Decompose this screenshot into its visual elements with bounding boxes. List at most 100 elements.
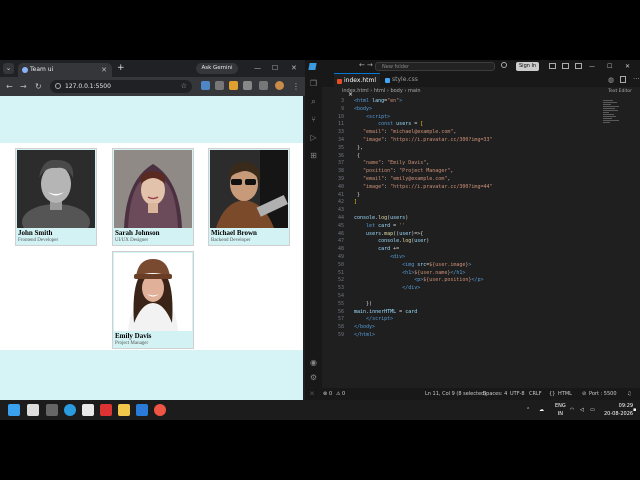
back-icon[interactable]: ← — [6, 82, 13, 91]
bell-icon[interactable]: ♫ — [627, 388, 631, 400]
breadcrumb-item[interactable]: html — [374, 88, 385, 94]
code-line[interactable]: "image": "https://i.pravatar.cc/300?img=… — [354, 137, 492, 145]
sign-in-button[interactable]: Sign In — [516, 62, 540, 71]
tab-style-css[interactable]: style.css — [382, 73, 424, 87]
volume-icon[interactable]: ◁ — [580, 406, 584, 414]
nav-back-icon[interactable]: ← — [359, 61, 365, 69]
battery-icon[interactable]: ▭ — [590, 406, 595, 414]
code-line[interactable]: }) — [354, 301, 372, 309]
more-actions-icon[interactable]: ··· — [633, 75, 640, 83]
forward-icon[interactable]: → — [20, 82, 27, 91]
close-button[interactable]: ✕ — [625, 63, 630, 70]
gear-icon[interactable]: ⚙ — [309, 373, 318, 382]
split-editor-icon[interactable] — [620, 76, 626, 83]
tab-close-icon[interactable]: ✕ — [101, 63, 107, 77]
errors-icon[interactable]: ⊗ — [323, 388, 327, 400]
remote-icon[interactable]: ⤫ — [310, 388, 314, 400]
cursor-position[interactable]: Ln 11, Col 9 (8 selected) — [425, 388, 486, 400]
extension-icon[interactable] — [229, 81, 238, 90]
warning-icon[interactable]: ⚠ — [336, 388, 340, 400]
globe-icon[interactable]: ◍ — [608, 76, 614, 84]
minimize-button[interactable]: — — [589, 63, 595, 70]
extension-icon[interactable] — [215, 81, 224, 90]
error-count[interactable]: 0 — [329, 388, 332, 400]
app-l-icon[interactable] — [100, 404, 112, 416]
code-line[interactable]: "email": "michael@example.com", — [354, 129, 456, 137]
extensions-icon[interactable]: ⊞ — [309, 151, 318, 160]
copilot-icon[interactable] — [501, 62, 507, 68]
encoding[interactable]: UTF-8 — [510, 388, 525, 400]
ask-gemini-button[interactable]: Ask Gemini — [196, 63, 238, 74]
extension-icon[interactable] — [201, 81, 210, 90]
search-icon[interactable]: ⌕ — [309, 97, 318, 106]
code-editor[interactable]: 3 <html lang="en"> 9 <body> 10 <script> 11 co… — [322, 96, 622, 388]
new-tab-button[interactable]: + — [117, 62, 125, 75]
maximize-button[interactable]: ☐ — [607, 63, 612, 70]
code-line[interactable]: main.innerHTML = card — [354, 309, 417, 317]
code-line[interactable]: </body> — [354, 324, 375, 332]
breadcrumb-item[interactable]: index.html — [342, 88, 369, 94]
code-line[interactable]: <img src=${user.image}> — [354, 262, 471, 270]
code-line[interactable]: ] — [354, 199, 357, 207]
code-line[interactable]: <body> — [354, 106, 372, 114]
file-explorer-icon[interactable] — [118, 404, 130, 416]
explorer-icon[interactable]: ❐ — [309, 79, 318, 88]
breadcrumb-item[interactable]: body — [390, 88, 402, 94]
layout-sidebar-icon[interactable] — [549, 63, 556, 69]
code-line[interactable]: users.map((user)=>{ — [354, 231, 423, 239]
weather-icon[interactable]: ☁ — [539, 406, 544, 414]
notification-icon[interactable]: ▪ — [633, 406, 636, 414]
profile-avatar[interactable] — [275, 81, 284, 90]
code-line[interactable]: <script> — [354, 114, 390, 122]
task-view-icon[interactable] — [27, 404, 39, 416]
code-line[interactable]: { — [354, 153, 360, 161]
code-line[interactable]: <h1>${user.name}</h1> — [354, 270, 465, 278]
code-line[interactable]: const users = [ — [354, 121, 423, 129]
tray-chevron-icon[interactable]: ⌃ — [526, 406, 530, 414]
maximize-button[interactable]: ☐ — [272, 63, 278, 74]
edge-icon[interactable] — [64, 404, 76, 416]
breadcrumb-item[interactable]: main — [408, 88, 421, 94]
bookmark-star-icon[interactable]: ☆ — [181, 80, 187, 93]
nav-forward-icon[interactable]: → — [367, 61, 373, 69]
command-center-search[interactable]: New folder — [375, 62, 495, 71]
code-line[interactable]: card += — [354, 246, 399, 254]
code-line[interactable]: <p>${user.position}</p> — [354, 277, 483, 285]
sidepanel-icon[interactable] — [259, 81, 268, 90]
code-line[interactable]: "name": "Emily Davis", — [354, 160, 429, 168]
code-line[interactable]: } — [354, 192, 360, 200]
code-line[interactable]: "position": "Project Manager", — [354, 168, 453, 176]
run-debug-icon[interactable]: ▷ — [309, 133, 318, 142]
widgets-icon[interactable] — [46, 404, 58, 416]
store-icon[interactable] — [82, 404, 94, 416]
language-mode[interactable]: HTML — [558, 388, 572, 400]
code-line[interactable]: }, — [354, 145, 363, 153]
vscode-taskbar-icon[interactable] — [136, 404, 148, 416]
code-line[interactable]: </html> — [354, 332, 375, 340]
layout-panel-icon[interactable] — [562, 63, 569, 69]
menu-kebab-icon[interactable]: ⋮ — [292, 82, 300, 91]
address-bar[interactable]: 127.0.0.1:5500 ☆ — [50, 80, 192, 93]
chrome-icon[interactable] — [154, 404, 166, 416]
code-line[interactable]: "image": "https://i.pravatar.cc/300?img=… — [354, 184, 492, 192]
live-server-port[interactable]: Port : 5500 — [589, 388, 617, 400]
warning-count[interactable]: 0 — [342, 388, 345, 400]
reload-icon[interactable]: ↻ — [35, 82, 42, 91]
account-icon[interactable]: ◉ — [309, 358, 318, 367]
code-line[interactable]: "email": "emily@example.com", — [354, 176, 450, 184]
clock[interactable]: 09:29 20-08-2026 — [604, 402, 633, 418]
code-line[interactable]: console.log(user) — [354, 238, 429, 246]
code-line[interactable]: let card = '' — [354, 223, 405, 231]
browser-tab[interactable]: Team ui ✕ — [18, 63, 112, 77]
site-info-icon[interactable] — [55, 83, 61, 89]
layout-secondary-icon[interactable] — [575, 63, 582, 69]
code-line[interactable]: </div> — [354, 285, 420, 293]
code-line[interactable]: <div> — [354, 254, 405, 262]
source-control-icon[interactable]: ⑂ — [309, 115, 318, 124]
start-icon[interactable] — [8, 404, 20, 416]
indentation[interactable]: Spaces: 4 — [483, 388, 507, 400]
code-line[interactable]: </script> — [354, 316, 393, 324]
wifi-icon[interactable]: ◠ — [570, 406, 574, 414]
line-ending[interactable]: CRLF — [529, 388, 542, 400]
tab-index-html[interactable]: index.html × — [334, 73, 380, 98]
